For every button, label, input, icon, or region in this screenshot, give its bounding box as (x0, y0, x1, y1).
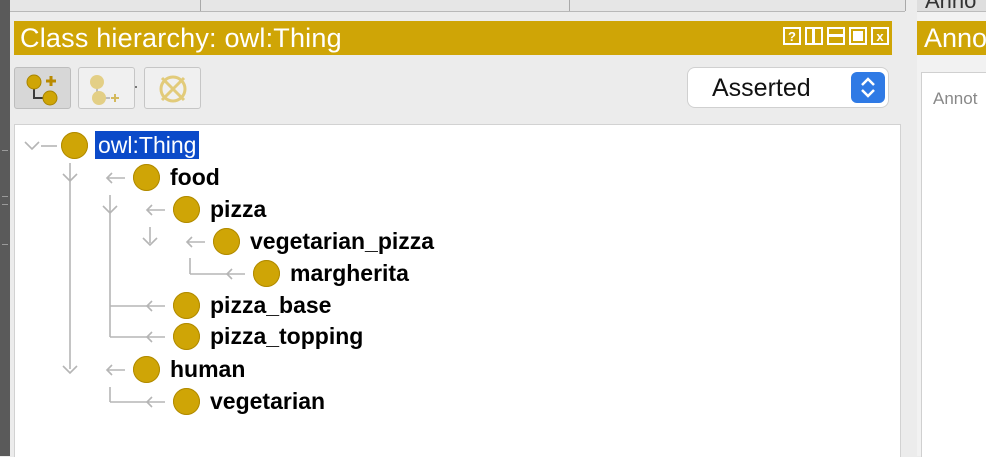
edge-mark (2, 150, 8, 151)
class-icon (133, 355, 160, 383)
class-icon (253, 259, 280, 287)
split-view-button[interactable] (805, 27, 823, 45)
annotations-panel: Anno Anno Annot (917, 0, 986, 457)
tree-node-food[interactable]: food (133, 163, 220, 191)
view-tab[interactable] (570, 0, 906, 11)
panel-window-buttons: ? x (783, 27, 889, 45)
annotations-tab-label: Anno (925, 0, 976, 11)
tree-node-label: vegetarian_pizza (250, 227, 435, 254)
up-down-arrows-icon (851, 72, 885, 103)
tree-node-label: pizza_topping (210, 322, 364, 349)
edge-mark (2, 204, 8, 205)
tree-node-label: vegetarian (210, 387, 326, 414)
annotations-label: Annot (933, 89, 978, 108)
class-hierarchy-header: Class hierarchy: owl:Thing ? x (14, 21, 892, 55)
toolbar-separator (135, 86, 137, 88)
annotations-title: Anno (924, 23, 986, 53)
class-icon (173, 291, 200, 319)
maximize-icon (853, 31, 863, 41)
tree-node-human[interactable]: human (133, 355, 245, 383)
edge-mark (2, 244, 8, 245)
tree-node-label: owl:Thing (95, 131, 200, 159)
minimize-icon (829, 34, 843, 37)
maximize-button[interactable] (849, 27, 867, 45)
tree-node-label: pizza_base (210, 291, 332, 318)
tree-node-pizza-topping[interactable]: pizza_topping (173, 322, 363, 350)
hierarchy-mode-value: Asserted (712, 74, 811, 102)
left-window-edge (0, 0, 10, 456)
annotations-content: Annot (921, 72, 986, 457)
help-button[interactable]: ? (783, 27, 801, 45)
add-subclass-button[interactable] (14, 67, 71, 109)
edge-mark (2, 196, 8, 197)
tree-node-pizza-base[interactable]: pizza_base (173, 291, 331, 319)
view-tab[interactable] (10, 0, 201, 11)
class-icon (173, 322, 200, 350)
tree-node-label: food (170, 163, 220, 190)
split-icon (812, 29, 815, 43)
tree-node-pizza[interactable]: pizza (173, 195, 266, 223)
class-icon (133, 163, 160, 191)
tree-node-vegetarian[interactable]: vegetarian (173, 387, 325, 415)
add-subclass-icon (26, 74, 58, 106)
class-icon (213, 227, 240, 255)
annotations-tab[interactable]: Anno (917, 0, 986, 12)
close-button[interactable]: x (871, 27, 889, 45)
tree-node-owl-thing[interactable]: owl:Thing (61, 131, 200, 159)
class-icon (61, 131, 88, 159)
delete-class-button[interactable] (144, 67, 201, 109)
panel-title: Class hierarchy: owl:Thing (20, 23, 342, 53)
class-tree: owl:Thing food pizza vegetarian_pizza ma… (14, 124, 901, 457)
class-icon (173, 387, 200, 415)
add-sibling-button[interactable] (78, 67, 135, 109)
annotations-header: Anno (917, 21, 986, 55)
tree-node-label: pizza (210, 195, 267, 222)
add-sibling-icon (90, 75, 119, 105)
tree-node-margherita[interactable]: margherita (253, 259, 409, 287)
minimize-button[interactable] (827, 27, 845, 45)
delete-class-icon (159, 75, 187, 103)
tree-node-vegetarian-pizza[interactable]: vegetarian_pizza (213, 227, 434, 255)
tree-node-label: human (170, 355, 246, 382)
view-tab-bar (10, 0, 906, 12)
view-tab[interactable] (201, 0, 570, 11)
class-icon (173, 195, 200, 223)
tree-node-label: margherita (290, 259, 409, 286)
hierarchy-mode-select[interactable]: Asserted (688, 68, 888, 107)
